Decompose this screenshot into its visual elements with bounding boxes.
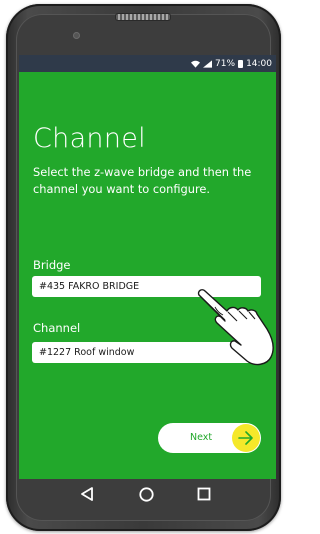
pointing-hand-icon [197, 289, 274, 366]
status-bar: 71% 14:00 [19, 55, 276, 72]
home-circle-icon[interactable] [139, 487, 154, 502]
battery-icon [238, 59, 244, 68]
channel-label: Channel [33, 321, 81, 335]
back-triangle-icon[interactable] [80, 487, 94, 501]
next-button[interactable]: Next [158, 423, 261, 453]
arrow-right-icon [232, 424, 260, 452]
wifi-icon [191, 60, 201, 68]
bridge-label: Bridge [33, 258, 71, 272]
clock-time: 14:00 [246, 58, 272, 69]
recents-square-icon[interactable] [197, 487, 211, 501]
channel-value: #1227 Roof window [39, 347, 135, 358]
navigation-bar [19, 479, 276, 509]
app-screen: 71% 14:00 Channel Select the z-wave brid… [19, 55, 276, 479]
next-button-label: Next [190, 432, 213, 443]
page-subtitle: Select the z-wave bridge and then the ch… [33, 165, 252, 196]
battery-percent: 71% [215, 58, 236, 69]
front-camera [73, 32, 80, 39]
bridge-value: #435 FAKRO BRIDGE [39, 281, 140, 292]
signal-icon [203, 59, 213, 68]
speaker-grille [115, 13, 171, 21]
page-title: Channel [33, 123, 146, 154]
